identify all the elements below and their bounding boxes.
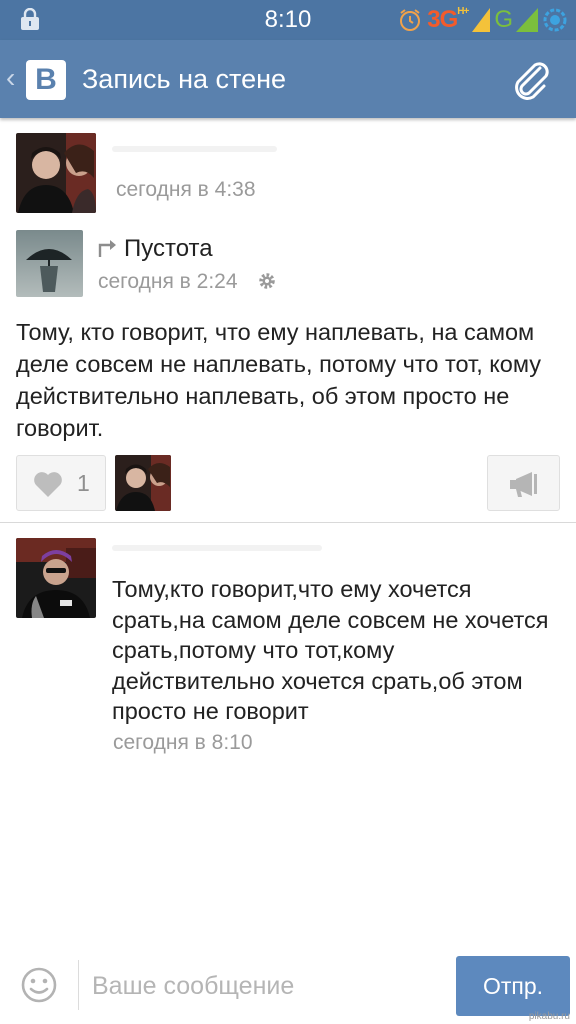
vk-logo-icon[interactable]: В <box>26 60 66 100</box>
like-button[interactable]: 1 <box>16 455 106 511</box>
alarm-icon <box>400 9 421 31</box>
repost-source-name[interactable]: Пустота <box>124 235 213 263</box>
post-divider <box>0 522 576 523</box>
screen: 8:10 3GH+ G ‹ В Запись на стене сегодня … <box>0 0 576 1024</box>
paperclip-icon[interactable] <box>510 58 554 102</box>
page-title: Запись на стене <box>82 64 287 94</box>
heart-icon <box>34 472 62 497</box>
comment-text: Тому,кто говорит,что ему хочется срать,н… <box>112 576 549 724</box>
network-3g-label: 3GH+ <box>427 6 469 33</box>
watermark: pikabu.ru <box>528 1011 570 1022</box>
comment-author-name-redacted <box>112 545 322 551</box>
repost-time: сегодня в 2:24 <box>98 270 238 293</box>
battery-icon <box>543 8 567 32</box>
repost-source-avatar[interactable] <box>16 230 83 297</box>
signal-g-icon <box>516 8 538 32</box>
like-count: 1 <box>77 470 90 496</box>
status-bar: 8:10 3GH+ G <box>0 0 576 40</box>
megaphone-icon <box>510 472 537 497</box>
post-text: Тому, кто говорит, что ему наплевать, на… <box>16 319 542 441</box>
post-author-time: сегодня в 4:38 <box>116 178 256 201</box>
signal-icon <box>472 8 491 32</box>
app-header: ‹ В Запись на стене <box>0 40 576 118</box>
share-button[interactable] <box>487 455 560 511</box>
repost-arrow-icon <box>98 240 116 257</box>
post-author-avatar[interactable] <box>16 133 96 213</box>
comment-author-avatar[interactable] <box>16 538 96 618</box>
status-icons: 3GH+ G <box>397 6 568 34</box>
smiley-icon[interactable] <box>20 966 58 1004</box>
post-author-name-redacted <box>112 146 277 152</box>
settings-gear-icon[interactable] <box>257 271 277 291</box>
network-g-label: G <box>494 6 513 33</box>
liker-avatar[interactable] <box>115 455 171 511</box>
comment-time: сегодня в 8:10 <box>113 731 253 754</box>
composer-separator <box>78 960 79 1010</box>
back-chevron-icon[interactable]: ‹ <box>6 62 15 94</box>
message-input[interactable] <box>92 964 442 1008</box>
send-button[interactable]: Отпр. <box>456 956 570 1016</box>
